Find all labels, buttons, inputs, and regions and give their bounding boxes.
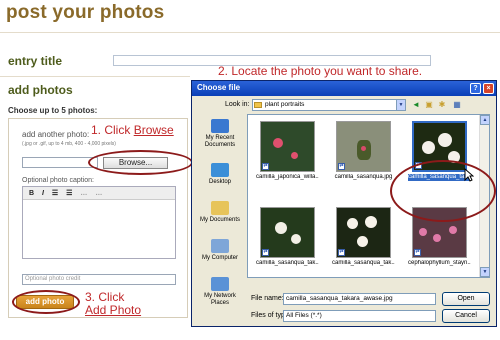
flower-image <box>433 234 441 242</box>
back-icon[interactable]: ◄ <box>411 100 421 110</box>
thumbnail-image: ⇄ <box>336 121 391 172</box>
thumbnail-image: ⇄ <box>260 121 315 172</box>
file-path-input[interactable] <box>22 157 98 168</box>
cancel-button[interactable]: Cancel <box>442 309 490 323</box>
place-label: Desktop <box>208 179 231 185</box>
shortcut-icon: ⇄ <box>262 163 269 170</box>
place-label: My Computer <box>201 255 238 261</box>
instruction-step-1: 1. Click Browse <box>91 123 174 137</box>
open-button[interactable]: Open <box>442 292 490 306</box>
recent-documents-icon <box>211 119 229 133</box>
highlight-oval-add-photo <box>12 290 80 314</box>
place-network-places[interactable]: My Network Places <box>196 277 244 307</box>
shortcut-icon: ⇄ <box>338 249 345 256</box>
network-places-icon <box>211 277 229 291</box>
file-hint: (.jpg or .gif, up to 4 mb, 400 - 4,000 p… <box>22 141 116 147</box>
link-button[interactable]: … <box>80 187 87 200</box>
photo-credit-input[interactable]: Optional photo credit <box>22 274 176 285</box>
up-folder-icon[interactable]: ▣ <box>424 100 434 110</box>
folder-icon <box>254 102 262 108</box>
place-label: My Documents <box>199 217 240 223</box>
dialog-title: Choose file <box>197 83 241 92</box>
places-bar: My Recent Documents Desktop My Documents… <box>196 115 244 321</box>
look-in-select[interactable]: plant portraits <box>252 99 406 111</box>
scroll-down-icon[interactable]: ▼ <box>480 267 490 277</box>
italic-button[interactable]: I <box>42 187 44 200</box>
add-photos-heading: add photos <box>8 83 73 97</box>
flower-image <box>422 141 435 154</box>
thumbnail-image: ⇄ <box>336 207 391 258</box>
close-button[interactable]: × <box>483 83 494 94</box>
flower-image <box>419 228 427 236</box>
instruction-step-2: 2. Locate the photo you want to share. <box>218 64 423 78</box>
bold-button[interactable]: B <box>29 187 34 200</box>
flower-image <box>449 226 457 234</box>
file-name: camilla_sasanqua_tak... <box>332 260 395 266</box>
files-of-type-select[interactable]: All Files (*.*) <box>283 310 436 322</box>
file-name-input[interactable]: camilla_sasanqua_takara_awase.jpg <box>283 293 436 305</box>
list-button[interactable]: ☰ <box>52 187 58 200</box>
flower-image <box>291 234 301 244</box>
file-name-label: File name: <box>251 295 284 302</box>
flower-image <box>361 146 366 151</box>
place-recent-documents[interactable]: My Recent Documents <box>196 119 244 149</box>
step1-prefix: 1. Click <box>91 123 134 137</box>
my-documents-icon <box>211 201 229 215</box>
flower-image <box>357 236 368 247</box>
shortcut-icon: ⇄ <box>338 163 345 170</box>
place-label: My Recent Documents <box>204 135 236 148</box>
place-desktop[interactable]: Desktop <box>196 163 244 186</box>
file-tile[interactable]: ⇄ camilla_sasanqua_tak... <box>332 207 395 267</box>
look-in-label: Look in: <box>225 101 250 108</box>
thumbnail-image: ⇄ <box>260 207 315 258</box>
step1-link: Browse <box>133 123 174 137</box>
add-another-photo-label: add another photo: <box>22 130 90 139</box>
views-menu-icon[interactable]: ▦ <box>452 100 462 110</box>
mouse-cursor-icon <box>464 168 474 182</box>
shortcut-icon: ⇄ <box>414 249 421 256</box>
file-name: cephalophyllum_stayn... <box>408 260 471 266</box>
highlight-oval-browse <box>88 150 193 175</box>
unlink-button[interactable]: … <box>95 187 102 200</box>
new-folder-icon[interactable]: ✱ <box>437 100 447 110</box>
flower-image <box>275 222 287 234</box>
place-label: My Network Places <box>204 293 236 306</box>
flower-image <box>273 138 283 148</box>
file-tile[interactable]: ⇄ camilla_sasanqua.jpg <box>332 121 395 181</box>
place-my-documents[interactable]: My Documents <box>196 201 244 224</box>
page-title: post your photos <box>6 2 165 23</box>
instruction-step-3: 3. Click Add Photo <box>85 291 141 317</box>
my-computer-icon <box>211 239 229 253</box>
desktop-icon <box>211 163 229 177</box>
shortcut-icon: ⇄ <box>262 249 269 256</box>
choose-up-to-label: Choose up to 5 photos: <box>8 106 98 115</box>
scroll-up-icon[interactable]: ▲ <box>480 115 490 125</box>
file-tile[interactable]: ⇄ camilla_sasanqua_tak... <box>256 207 319 267</box>
chevron-down-icon[interactable]: ▼ <box>396 100 405 110</box>
file-name: camilla_sasanqua.jpg <box>334 174 393 180</box>
divider <box>0 76 190 77</box>
flower-image <box>438 133 452 147</box>
entry-title-label: entry title <box>8 54 63 68</box>
file-name: camilla_sasanqua_tak... <box>256 260 319 266</box>
place-my-computer[interactable]: My Computer <box>196 239 244 262</box>
divider <box>0 32 500 33</box>
flower-image <box>347 218 358 229</box>
file-tile[interactable]: ⇄ camilla_japonica_willa... <box>256 121 319 181</box>
editor-toolbar: B I ☰ ☰ … … <box>23 187 175 200</box>
help-button[interactable]: ? <box>470 83 481 94</box>
caption-label: Optional photo caption: <box>22 177 94 184</box>
ordered-list-button[interactable]: ☰ <box>66 187 72 200</box>
flower-image <box>291 152 298 159</box>
highlight-oval-selected-file <box>390 160 496 222</box>
flower-image <box>365 216 377 228</box>
file-name: camilla_japonica_willa... <box>256 174 319 180</box>
step3-link: Add Photo <box>85 303 142 317</box>
